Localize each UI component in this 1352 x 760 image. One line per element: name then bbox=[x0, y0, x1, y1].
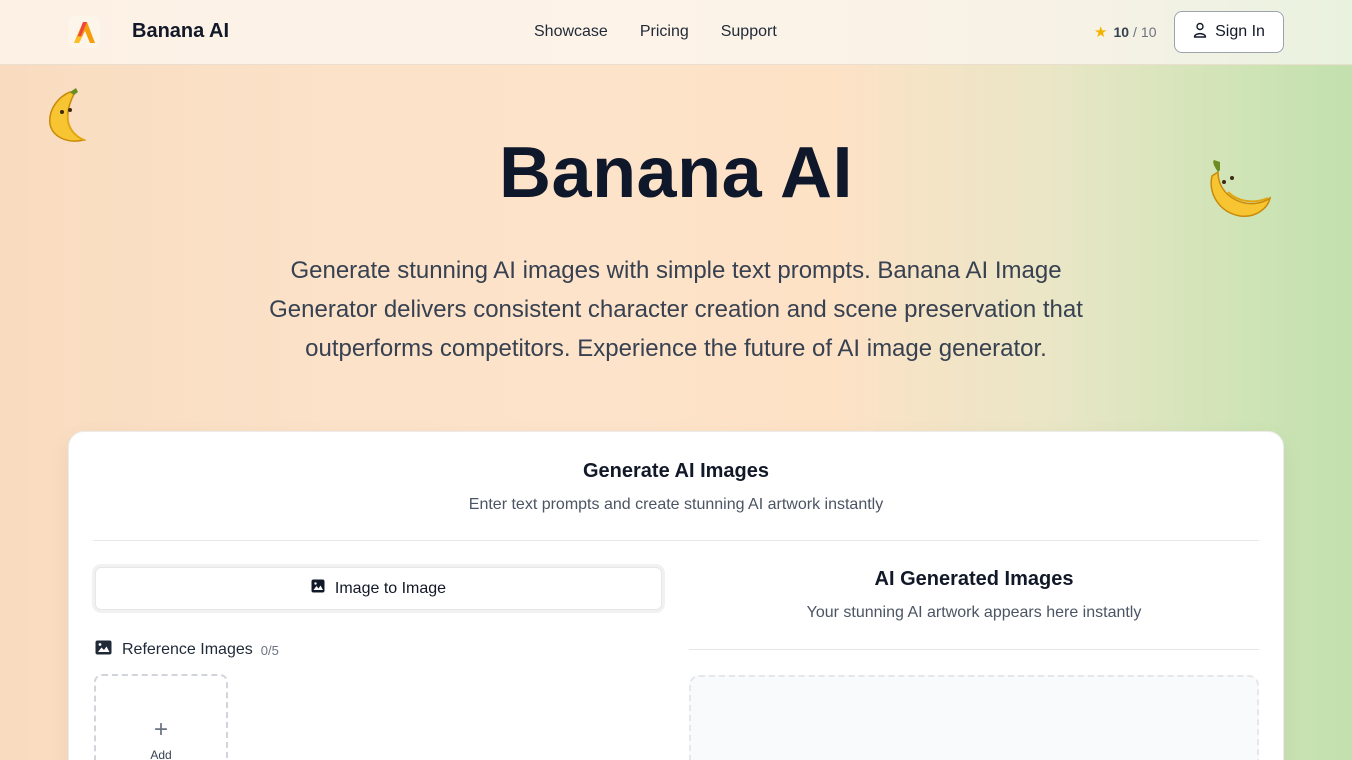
output-title: AI Generated Images bbox=[874, 568, 1074, 590]
plus-icon: + bbox=[153, 716, 168, 743]
brand-name[interactable]: Banana AI bbox=[132, 20, 229, 43]
reference-images-label: Reference Images bbox=[122, 641, 253, 658]
hero-subtitle: Generate stunning AI images with simple … bbox=[269, 257, 1083, 362]
rating-separator: / bbox=[1133, 24, 1137, 40]
image-icon bbox=[311, 579, 325, 598]
reference-images-header: Reference Images 0/5 bbox=[95, 640, 279, 660]
tab-image-to-image[interactable]: Image to Image bbox=[95, 567, 662, 610]
hero-title: Banana AI bbox=[499, 133, 853, 213]
divider bbox=[93, 540, 1259, 541]
sign-in-button[interactable]: Sign In bbox=[1174, 11, 1284, 53]
nav-showcase[interactable]: Showcase bbox=[534, 23, 608, 41]
site-header: Banana AI Showcase Pricing Support ★ 10 … bbox=[0, 0, 1352, 65]
rating-max: 10 bbox=[1140, 24, 1157, 40]
sign-in-label: Sign In bbox=[1215, 23, 1265, 40]
output-subtitle: Your stunning AI artwork appears here in… bbox=[806, 604, 1142, 621]
add-reference-button[interactable]: + Add bbox=[94, 674, 228, 760]
main-nav: Showcase Pricing Support bbox=[534, 23, 777, 41]
output-area bbox=[689, 675, 1259, 760]
add-label: Add bbox=[150, 748, 172, 760]
star-icon: ★ bbox=[1094, 24, 1108, 41]
divider bbox=[689, 649, 1259, 650]
logo-icon[interactable] bbox=[68, 16, 100, 48]
generator-subtitle: Enter text prompts and create stunning A… bbox=[468, 496, 884, 513]
user-icon bbox=[1193, 22, 1207, 43]
generator-title: Generate AI Images bbox=[582, 460, 769, 482]
generator-card: Generate AI Images Enter text prompts an… bbox=[68, 431, 1284, 760]
nav-pricing[interactable]: Pricing bbox=[640, 23, 689, 41]
nav-support[interactable]: Support bbox=[721, 23, 777, 41]
image-icon bbox=[95, 640, 112, 660]
tab-label: Image to Image bbox=[334, 579, 447, 597]
rating-value: 10 bbox=[1113, 24, 1130, 40]
reference-count: 0/5 bbox=[260, 642, 279, 658]
rating-badge: ★ 10 / 10 bbox=[1094, 23, 1157, 41]
